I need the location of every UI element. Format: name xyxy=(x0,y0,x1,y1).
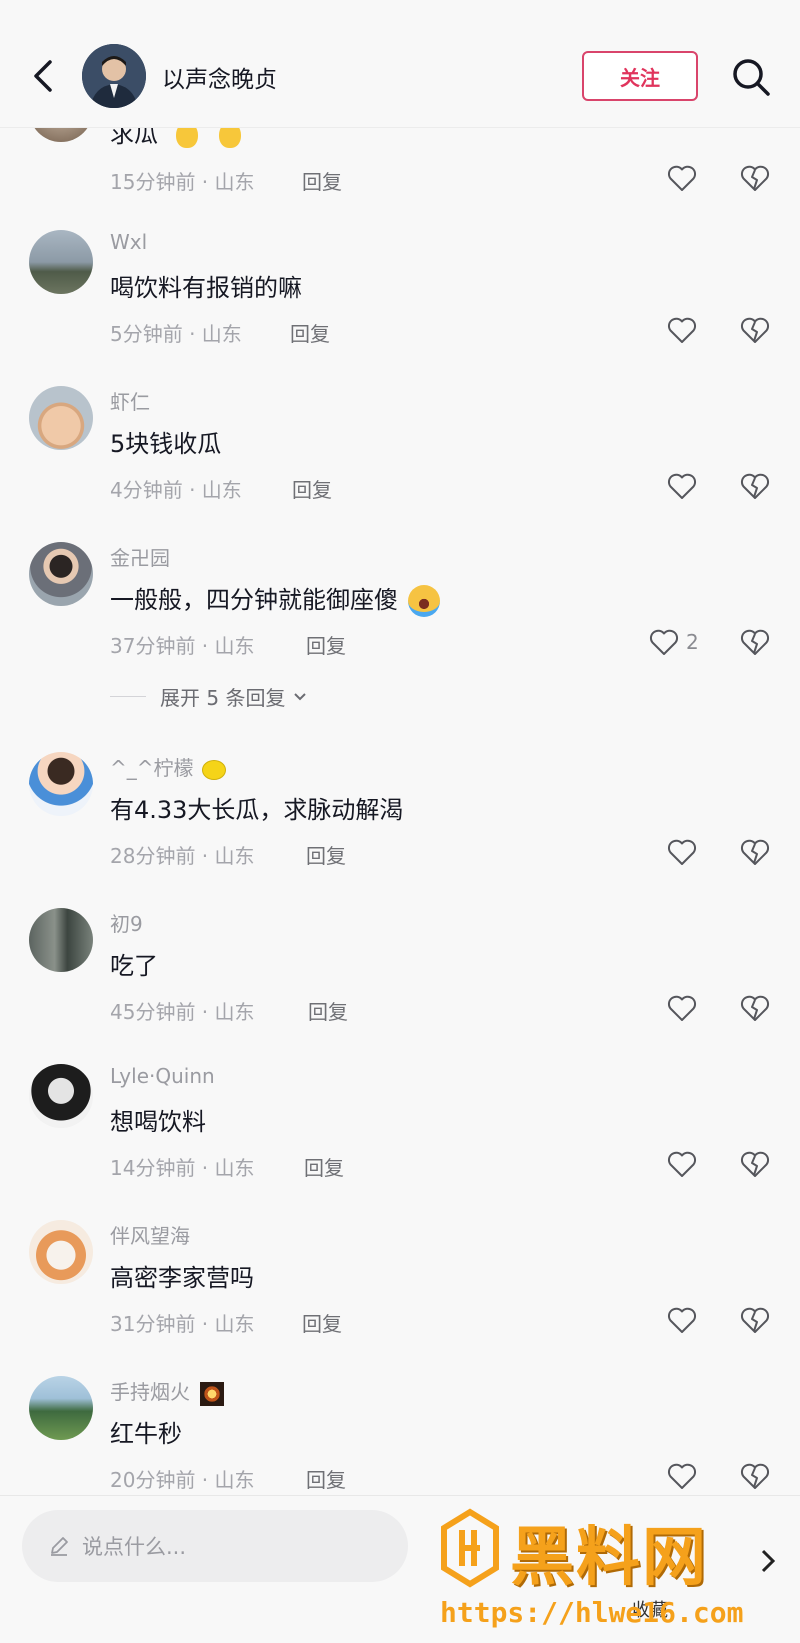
comment-text: 吃了 xyxy=(110,952,158,980)
avatar[interactable] xyxy=(29,1064,93,1128)
broken-heart-icon[interactable] xyxy=(739,1148,771,1180)
reply-button[interactable]: 回复 xyxy=(304,1152,344,1181)
heart-icon[interactable] xyxy=(666,314,698,346)
search-icon[interactable] xyxy=(728,54,774,100)
reply-button[interactable]: 回复 xyxy=(306,630,346,659)
watermark: 黑料网 https://hlwe16.com xyxy=(440,1504,790,1634)
top-bar: 以声念晚贞 关注 xyxy=(0,0,800,128)
comment-username[interactable]: 虾仁 xyxy=(110,386,150,415)
reply-button[interactable]: 回复 xyxy=(292,474,332,503)
heart-icon[interactable] xyxy=(648,626,680,658)
back-arrow-icon[interactable] xyxy=(24,52,64,100)
heart-icon[interactable] xyxy=(666,836,698,868)
avatar[interactable] xyxy=(29,386,93,450)
broken-heart-icon[interactable] xyxy=(739,162,771,194)
comment-username[interactable]: 手持烟火 xyxy=(110,1380,190,1404)
broken-heart-icon[interactable] xyxy=(739,1460,771,1492)
avatar[interactable] xyxy=(29,542,93,606)
comment-username[interactable]: 伴风望海 xyxy=(110,1220,190,1249)
follow-button[interactable]: 关注 xyxy=(582,51,698,101)
broken-heart-icon[interactable] xyxy=(739,314,771,346)
reply-button[interactable]: 回复 xyxy=(308,996,348,1025)
comment-meta: 28分钟前 · 山东 xyxy=(110,844,255,868)
comment-meta: 45分钟前 · 山东 xyxy=(110,1000,255,1024)
broken-heart-icon[interactable] xyxy=(739,836,771,868)
heart-icon[interactable] xyxy=(666,162,698,194)
comment-meta: 5分钟前 · 山东 xyxy=(110,322,242,346)
broken-heart-icon[interactable] xyxy=(739,1304,771,1336)
divider-line xyxy=(110,696,146,697)
comment-username[interactable]: 初9 xyxy=(110,908,143,937)
avatar[interactable] xyxy=(29,752,93,816)
comment-list[interactable]: 求瓜 15分钟前 · 山东 回复 Wxl 喝饮料有报销的嘛 5分钟前 · 山东 … xyxy=(0,0,800,1495)
avatar[interactable] xyxy=(29,908,93,972)
comment-input-placeholder: 说点什么... xyxy=(82,1535,187,1559)
avatar[interactable] xyxy=(29,1220,93,1284)
avatar[interactable] xyxy=(82,44,146,108)
comment-text: 想喝饮料 xyxy=(110,1108,206,1136)
broken-heart-icon[interactable] xyxy=(739,992,771,1024)
watermark-title: 黑料网 xyxy=(510,1521,708,1595)
comment-username[interactable]: Wxl xyxy=(110,230,147,254)
reply-button[interactable]: 回复 xyxy=(290,318,330,347)
watermark-url: https://hlwe16.com xyxy=(440,1596,744,1629)
chevron-down-icon xyxy=(294,692,307,700)
comment-text: 红牛秒 xyxy=(110,1420,182,1448)
reply-button[interactable]: 回复 xyxy=(302,1308,342,1337)
reply-button[interactable]: 回复 xyxy=(306,840,346,869)
comment-text: 喝饮料有报销的嘛 xyxy=(110,274,302,302)
heart-icon[interactable] xyxy=(666,470,698,502)
expand-replies-label: 展开 5 条回复 xyxy=(160,686,286,710)
bottom-bar: 说点什么... 收藏 黑料网 https://hlwe16.com xyxy=(0,1495,800,1643)
heart-icon[interactable] xyxy=(666,1148,698,1180)
header-username[interactable]: 以声念晚贞 xyxy=(162,60,277,94)
comment-meta: 37分钟前 · 山东 xyxy=(110,634,255,658)
comment-username[interactable]: ^_^柠檬 xyxy=(110,756,194,780)
comment-text: 5块钱收瓜 xyxy=(110,430,222,458)
watermark-logo-icon xyxy=(441,1508,499,1588)
comment-text: 一般般，四分钟就能御座傻 xyxy=(110,586,398,614)
lemon-emoji-icon xyxy=(201,759,226,780)
comment-meta: 14分钟前 · 山东 xyxy=(110,1156,255,1180)
comment-username[interactable]: Lyle·Quinn xyxy=(110,1064,215,1088)
comment-text: 高密李家营吗 xyxy=(110,1264,254,1292)
comment-meta: 15分钟前 · 山东 xyxy=(110,170,255,194)
heart-icon[interactable] xyxy=(666,1304,698,1336)
crying-laughing-emoji-icon xyxy=(407,585,440,617)
broken-heart-icon[interactable] xyxy=(739,626,771,658)
comment-input[interactable]: 说点什么... xyxy=(22,1510,408,1582)
expand-replies-button[interactable]: 展开 5 条回复 xyxy=(110,682,309,711)
comment-username[interactable]: 金卍园 xyxy=(110,542,170,571)
heart-icon[interactable] xyxy=(666,992,698,1024)
reply-button[interactable]: 回复 xyxy=(306,1464,346,1493)
comment-meta: 4分钟前 · 山东 xyxy=(110,478,242,502)
avatar[interactable] xyxy=(29,230,93,294)
comment-text: 有4.33大长瓜，求脉动解渴 xyxy=(110,796,404,824)
pencil-icon xyxy=(51,1537,68,1556)
avatar[interactable] xyxy=(29,1376,93,1440)
broken-heart-icon[interactable] xyxy=(739,470,771,502)
reply-button[interactable]: 回复 xyxy=(302,166,342,195)
firework-emoji-icon xyxy=(200,1381,225,1406)
heart-icon[interactable] xyxy=(666,1460,698,1492)
comment-meta: 20分钟前 · 山东 xyxy=(110,1468,255,1492)
user-portrait-icon xyxy=(82,44,146,108)
like-count: 2 xyxy=(686,630,699,654)
comment-meta: 31分钟前 · 山东 xyxy=(110,1312,255,1336)
